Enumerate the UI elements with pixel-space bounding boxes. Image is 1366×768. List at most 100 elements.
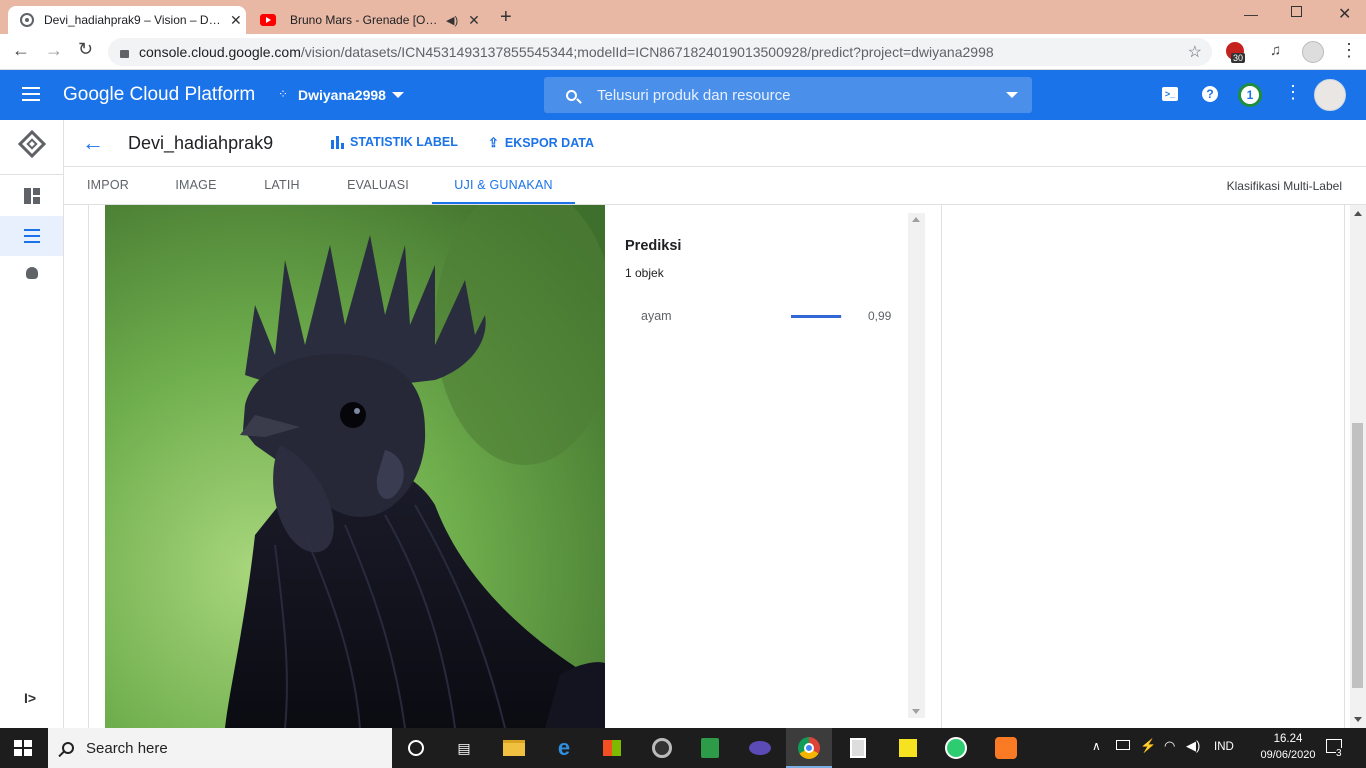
- notification-count: 3: [1336, 748, 1342, 759]
- address-bar[interactable]: console.cloud.google.com/vision/datasets…: [108, 38, 1212, 66]
- media-control-icon[interactable]: ♫: [1270, 42, 1281, 59]
- forward-arrow-icon[interactable]: →: [45, 40, 63, 61]
- page-scrollbar[interactable]: [1350, 205, 1366, 728]
- close-window-button[interactable]: ✕: [1338, 4, 1351, 24]
- stat-label-text: STATISTIK LABEL: [350, 135, 458, 149]
- left-nav-rail: I>: [0, 120, 64, 728]
- youtube-favicon-icon: [260, 14, 276, 26]
- browser-menu-icon[interactable]: ⋮: [1340, 40, 1358, 61]
- extension-badge: 30: [1231, 53, 1246, 63]
- chrome-icon: [798, 737, 820, 759]
- sticky-notes-icon[interactable]: [894, 734, 922, 762]
- clock-time[interactable]: 16.24: [1263, 733, 1313, 745]
- confidence-track: [791, 315, 842, 318]
- hamburger-menu-icon[interactable]: [22, 87, 40, 101]
- windows-start-icon[interactable]: [14, 740, 32, 756]
- vision-product-icon[interactable]: [17, 129, 47, 159]
- scroll-down-icon[interactable]: [912, 709, 920, 714]
- model-type-label: Klasifikasi Multi-Label: [1226, 179, 1342, 193]
- new-tab-button[interactable]: +: [500, 6, 512, 29]
- cortana-icon[interactable]: [402, 734, 430, 762]
- tab-evaluasi[interactable]: EVALUASI: [334, 167, 422, 204]
- chevron-down-icon[interactable]: [1006, 92, 1018, 98]
- chevron-down-icon[interactable]: [392, 92, 404, 98]
- notification-badge[interactable]: 1: [1238, 83, 1262, 107]
- calculator-icon[interactable]: [844, 734, 872, 762]
- confidence-bar: [791, 315, 842, 318]
- taskbar-search[interactable]: Search here: [48, 728, 392, 768]
- xampp-icon[interactable]: [992, 734, 1020, 762]
- inner-scrollbar[interactable]: [908, 213, 925, 718]
- test-use-panel: Prediksi 1 objek ayam 0,99: [64, 205, 1350, 728]
- test-image: [105, 205, 605, 728]
- datasets-nav-item[interactable]: [0, 216, 63, 256]
- stat-label-button[interactable]: STATISTIK LABEL: [331, 135, 458, 149]
- gcp-brand[interactable]: Google Cloud Platform: [63, 84, 255, 106]
- taskbar-search-input[interactable]: Search here: [86, 740, 168, 757]
- whatsapp-icon[interactable]: [942, 734, 970, 762]
- restore-button[interactable]: [1291, 6, 1302, 17]
- tab-latih[interactable]: LATIH: [250, 167, 314, 204]
- profile-avatar[interactable]: [1302, 41, 1324, 63]
- browser-tab-youtube[interactable]: Bruno Mars - Grenade [Offici ◀) ✕: [252, 6, 488, 34]
- project-icon: ⁘: [278, 87, 289, 101]
- tab-uji-gunakan[interactable]: UJI & GUNAKAN: [432, 167, 575, 204]
- scroll-down-icon[interactable]: [1354, 717, 1362, 722]
- scroll-thumb[interactable]: [1352, 423, 1363, 688]
- bookmark-star-icon[interactable]: ☆: [1188, 42, 1202, 62]
- tab-image[interactable]: IMAGE: [164, 167, 228, 204]
- clock-date[interactable]: 09/06/2020: [1253, 749, 1323, 761]
- volume-icon[interactable]: ◀): [1186, 738, 1200, 754]
- list-icon: [24, 229, 40, 243]
- wifi-icon[interactable]: ◠: [1164, 738, 1175, 754]
- chrome-taskbar-item[interactable]: [786, 728, 832, 768]
- export-data-text: EKSPOR DATA: [504, 136, 595, 150]
- reload-icon[interactable]: ↻: [78, 39, 93, 60]
- audio-playing-icon[interactable]: ◀): [446, 14, 458, 27]
- scroll-up-icon[interactable]: [1354, 211, 1362, 216]
- store-icon[interactable]: [598, 734, 626, 762]
- url-path: /vision/datasets/ICN4531493137855545344;…: [300, 44, 994, 60]
- export-data-button[interactable]: ⇪ EKSPOR DATA: [488, 135, 594, 151]
- network-icon[interactable]: ⚡: [1140, 738, 1156, 754]
- file-explorer-icon[interactable]: [500, 734, 528, 762]
- search-input[interactable]: Telusuri produk dan resource: [597, 87, 790, 104]
- more-vert-icon[interactable]: ⋮: [1284, 82, 1302, 103]
- gcp-favicon-icon: [20, 13, 34, 27]
- back-arrow-icon[interactable]: ←: [82, 130, 104, 156]
- browser-tab-title: Bruno Mars - Grenade [Offici: [290, 13, 440, 27]
- dashboard-icon[interactable]: [24, 188, 40, 204]
- media-player-icon[interactable]: [648, 734, 676, 762]
- windows-taskbar: Search here ▤ e ∧ ⚡ ◠ ◀) IND 16.24 09/06…: [0, 728, 1366, 768]
- search-bar[interactable]: Telusuri produk dan resource: [544, 77, 1032, 113]
- url-host: console.cloud.google.com: [139, 44, 301, 60]
- bar-chart-icon: [331, 135, 344, 149]
- cloud-shell-icon[interactable]: >_: [1162, 87, 1178, 101]
- eye-app-icon[interactable]: [746, 734, 774, 762]
- chevron-up-icon[interactable]: ∧: [1092, 739, 1101, 753]
- back-arrow-icon[interactable]: ←: [12, 40, 30, 61]
- language-indicator[interactable]: IND: [1214, 741, 1234, 753]
- close-tab-icon[interactable]: ✕: [230, 12, 242, 29]
- search-icon: [58, 742, 74, 758]
- browser-tab-active[interactable]: Devi_hadiahprak9 – Vision – Dwiy ✕: [8, 6, 246, 34]
- lightbulb-icon[interactable]: [26, 267, 38, 279]
- battery-icon[interactable]: [1116, 740, 1130, 750]
- lock-icon: [120, 50, 129, 58]
- help-icon[interactable]: ?: [1202, 86, 1218, 102]
- minimize-button[interactable]: —: [1244, 6, 1258, 22]
- scroll-up-icon[interactable]: [912, 217, 920, 222]
- prediction-label: ayam: [641, 309, 672, 323]
- browser-tab-strip: Devi_hadiahprak9 – Vision – Dwiy ✕ Bruno…: [0, 0, 1366, 34]
- tab-impor[interactable]: IMPOR: [76, 167, 140, 204]
- task-view-icon[interactable]: ▤: [450, 734, 478, 762]
- gcp-header: Google Cloud Platform ⁘ Dwiyana2998 Telu…: [0, 70, 1366, 120]
- edge-icon[interactable]: e: [550, 734, 578, 762]
- expand-rail-icon[interactable]: I>: [24, 690, 36, 706]
- close-tab-icon[interactable]: ✕: [468, 12, 480, 29]
- notes-app-icon[interactable]: [696, 734, 724, 762]
- account-avatar[interactable]: [1314, 79, 1346, 111]
- project-selector[interactable]: Dwiyana2998: [298, 87, 386, 103]
- dataset-tabs: IMPOR IMAGE LATIH EVALUASI UJI & GUNAKAN…: [64, 167, 1366, 205]
- prediction-count: 1 objek: [625, 266, 664, 280]
